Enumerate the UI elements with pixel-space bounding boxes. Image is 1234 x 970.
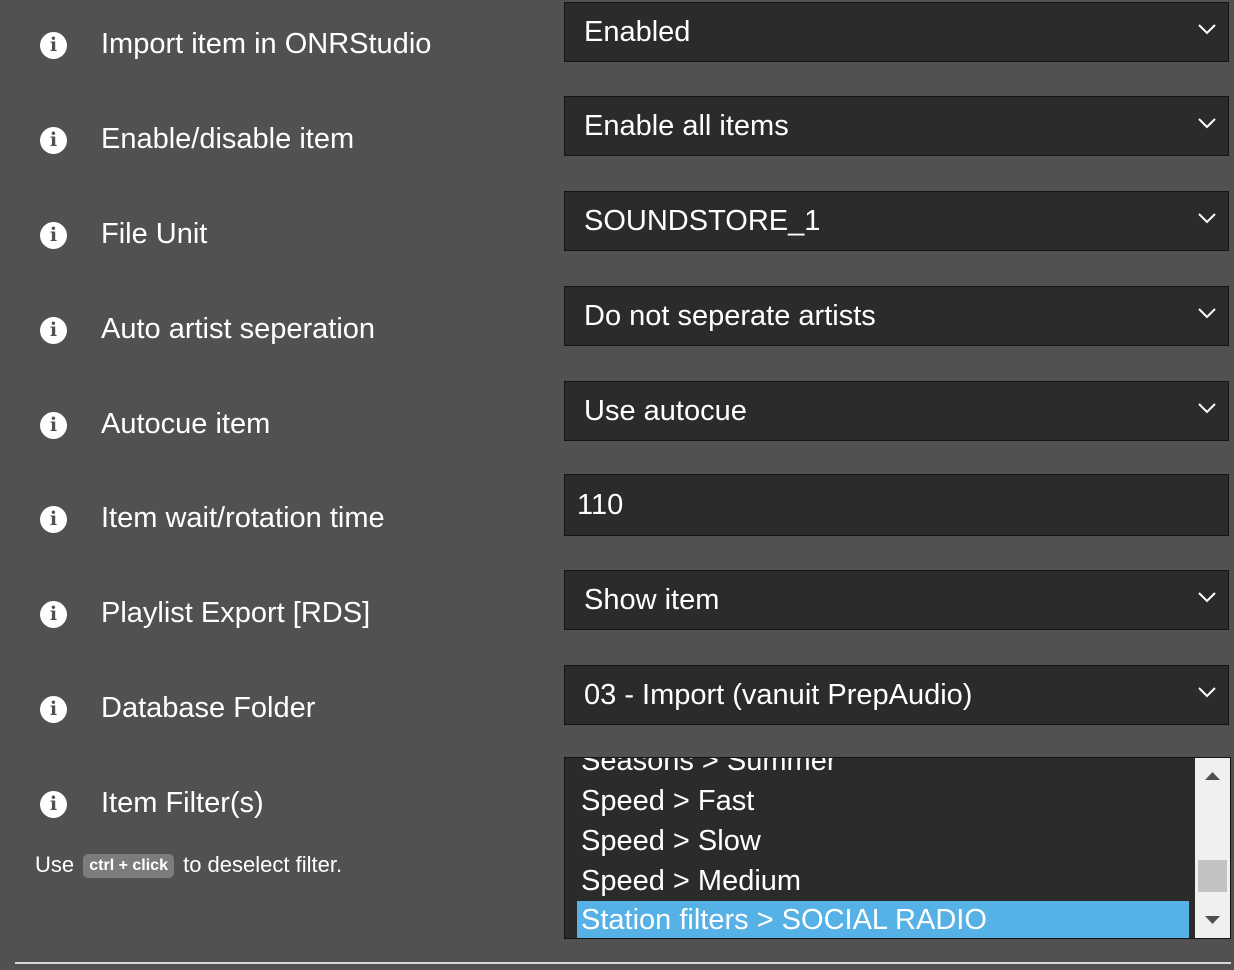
setting-row-import-item: i Import item in ONRStudio Enabled <box>0 2 1234 64</box>
info-icon[interactable]: i <box>40 222 67 249</box>
ctrl-click-key: ctrl + click <box>83 854 174 878</box>
enable-disable-select[interactable]: Enable all items <box>564 96 1229 156</box>
setting-label: Item wait/rotation time <box>101 502 385 534</box>
setting-row-file-unit: i File Unit SOUNDSTORE_1 <box>0 191 1234 253</box>
info-icon[interactable]: i <box>40 601 67 628</box>
chevron-down-icon <box>1198 213 1216 224</box>
setting-label: Import item in ONRStudio <box>101 28 432 60</box>
setting-row-database-folder: i Database Folder 03 - Import (vanuit Pr… <box>0 665 1234 727</box>
info-icon[interactable]: i <box>40 127 67 154</box>
listbox-scrollbar[interactable] <box>1195 758 1230 938</box>
file-unit-select[interactable]: SOUNDSTORE_1 <box>564 191 1229 251</box>
select-value: Use autocue <box>584 395 747 427</box>
setting-row-wait-time: i Item wait/rotation time <box>0 474 1234 536</box>
wait-time-input[interactable] <box>564 474 1229 536</box>
import-item-select[interactable]: Enabled <box>564 2 1229 62</box>
setting-row-autocue: i Autocue item Use autocue <box>0 381 1234 443</box>
setting-label: Playlist Export [RDS] <box>101 597 371 629</box>
scrollbar-thumb[interactable] <box>1198 860 1227 892</box>
list-item[interactable]: Speed > Slow <box>577 822 1189 860</box>
item-filters-listbox[interactable]: Seasons > Summer Speed > Fast Speed > Sl… <box>564 757 1231 939</box>
chevron-down-icon <box>1198 403 1216 414</box>
select-value: 03 - Import (vanuit PrepAudio) <box>584 679 973 711</box>
info-icon[interactable]: i <box>40 696 67 723</box>
list-item[interactable]: Seasons > Summer <box>577 758 1189 780</box>
setting-row-artist-separation: i Auto artist seperation Do not seperate… <box>0 286 1234 348</box>
info-icon[interactable]: i <box>40 317 67 344</box>
select-value: Enable all items <box>584 110 789 142</box>
info-icon[interactable]: i <box>40 32 67 59</box>
chevron-down-icon <box>1198 308 1216 319</box>
info-icon[interactable]: i <box>40 791 67 818</box>
arrow-up-icon[interactable] <box>1195 758 1230 793</box>
chevron-down-icon <box>1198 24 1216 35</box>
arrow-down-icon[interactable] <box>1195 903 1230 938</box>
divider <box>15 962 1231 964</box>
select-value: Enabled <box>584 16 691 48</box>
select-value: Show item <box>584 584 720 616</box>
chevron-down-icon <box>1198 687 1216 698</box>
hint-prefix: Use <box>35 852 75 877</box>
setting-label: Enable/disable item <box>101 123 355 155</box>
hint-suffix: to deselect filter. <box>183 852 343 877</box>
deselect-hint: Use ctrl + click to deselect filter. <box>35 850 342 880</box>
info-icon[interactable]: i <box>40 412 67 439</box>
setting-label: Database Folder <box>101 692 316 724</box>
setting-label: Autocue item <box>101 408 271 440</box>
setting-label: Auto artist seperation <box>101 313 376 345</box>
list-item[interactable]: Speed > Medium <box>577 862 1189 900</box>
list-item-selected[interactable]: Station filters > SOCIAL RADIO <box>577 901 1189 938</box>
info-icon[interactable]: i <box>40 506 67 533</box>
setting-label: File Unit <box>101 218 208 250</box>
chevron-down-icon <box>1198 118 1216 129</box>
setting-row-enable-disable: i Enable/disable item Enable all items <box>0 96 1234 158</box>
playlist-export-select[interactable]: Show item <box>564 570 1229 630</box>
artist-separation-select[interactable]: Do not seperate artists <box>564 286 1229 346</box>
select-value: Do not seperate artists <box>584 300 876 332</box>
autocue-select[interactable]: Use autocue <box>564 381 1229 441</box>
chevron-down-icon <box>1198 592 1216 603</box>
list-item[interactable]: Speed > Fast <box>577 782 1189 820</box>
database-folder-select[interactable]: 03 - Import (vanuit PrepAudio) <box>564 665 1229 725</box>
setting-row-playlist-export: i Playlist Export [RDS] Show item <box>0 570 1234 632</box>
select-value: SOUNDSTORE_1 <box>584 205 821 237</box>
item-filters-label: Item Filter(s) <box>101 787 264 819</box>
